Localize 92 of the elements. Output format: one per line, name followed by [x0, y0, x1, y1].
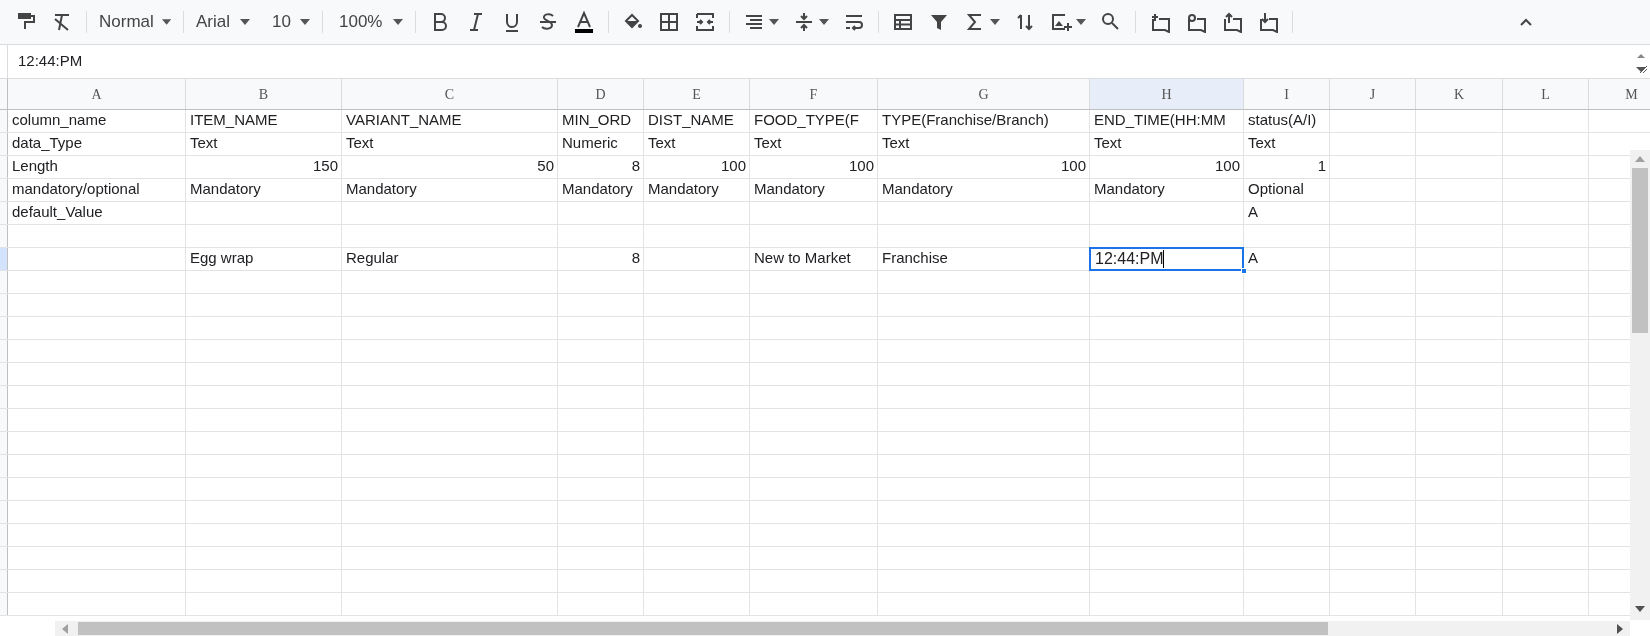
table-cell[interactable]: Text	[750, 133, 877, 155]
comment-box-icon	[1185, 11, 1207, 33]
column-header[interactable]: A	[8, 79, 186, 109]
vertical-scrollbar[interactable]	[1630, 150, 1650, 620]
table-cell[interactable]: 100	[750, 156, 877, 178]
table-cell[interactable]: Numeric	[558, 133, 643, 155]
caret-icon	[1076, 19, 1086, 25]
table-cell[interactable]: New to Market	[750, 248, 877, 270]
comment-box-icon	[1257, 11, 1279, 33]
table-cell[interactable]: Mandatory	[878, 179, 1089, 201]
column-header[interactable]: E	[644, 79, 750, 109]
scroll-left-icon[interactable]	[62, 623, 68, 634]
style-dropdown[interactable]: Normal	[93, 6, 177, 38]
column-header[interactable]: K	[1416, 79, 1503, 109]
column-header[interactable]: M	[1589, 79, 1650, 109]
formula-bar-field[interactable]: 12:44:PM	[8, 50, 1650, 73]
comment-box-icon	[1221, 11, 1243, 33]
expand-icon[interactable]	[1634, 51, 1648, 75]
scroll-up-icon[interactable]	[1635, 156, 1645, 162]
scrollbar-thumb[interactable]	[1632, 168, 1648, 333]
table-cell[interactable]: data_Type	[8, 133, 185, 155]
table-cell[interactable]: VARIANT_NAME	[342, 110, 557, 132]
caret-icon	[161, 19, 171, 25]
table-cell[interactable]: 1	[1244, 156, 1329, 178]
table-cell[interactable]: default_Value	[8, 202, 185, 224]
table-cell[interactable]: Length	[8, 156, 185, 178]
table-cell[interactable]: Text	[1244, 133, 1329, 155]
table-cell[interactable]: ITEM_NAME	[186, 110, 341, 132]
table-cell[interactable]: 8	[558, 248, 643, 270]
merge-cells-icon	[694, 11, 716, 33]
table-cell[interactable]: 100	[644, 156, 749, 178]
table-cell[interactable]: MIN_ORD	[558, 110, 643, 132]
table-cell[interactable]: Regular	[342, 248, 557, 270]
table-cell[interactable]: 100	[1090, 156, 1243, 178]
column-header[interactable]: D	[558, 79, 644, 109]
table-cell[interactable]: Mandatory	[186, 179, 341, 201]
table-cell[interactable]: 12:44:PM	[1089, 247, 1244, 271]
column-header[interactable]: B	[186, 79, 342, 109]
table-cell[interactable]: column_name	[8, 110, 185, 132]
table-cell[interactable]: Franchise	[878, 248, 1089, 270]
scrollbar-thumb[interactable]	[78, 622, 1328, 635]
table-cell[interactable]: A	[1244, 248, 1329, 270]
table-cell[interactable]: 150	[186, 156, 341, 178]
column-header[interactable]: H	[1090, 79, 1244, 109]
strikethrough-icon	[537, 11, 559, 33]
table-cell[interactable]: END_TIME(HH:MM	[1090, 110, 1243, 132]
horizontal-scrollbar[interactable]	[55, 621, 1630, 636]
fill-handle[interactable]	[1241, 268, 1247, 274]
font-size-dropdown[interactable]: 10	[266, 6, 316, 38]
vertical-align-icon	[793, 11, 815, 33]
table-cell[interactable]: TYPE(Franchise/Branch)	[878, 110, 1089, 132]
caret-icon	[819, 19, 829, 25]
caret-icon	[300, 19, 310, 25]
chevron-up-icon	[1520, 18, 1532, 26]
table-cell[interactable]: Optional	[1244, 179, 1329, 201]
table-cell[interactable]: Text	[1090, 133, 1243, 155]
table-cell[interactable]: A	[1244, 202, 1329, 224]
table-cell[interactable]: 100	[878, 156, 1089, 178]
table-cell[interactable]: status(A/I)	[1244, 110, 1329, 132]
table-cell[interactable]: Mandatory	[644, 179, 749, 201]
table-cell[interactable]: Mandatory	[342, 179, 557, 201]
column-header[interactable]: C	[342, 79, 558, 109]
table-cell[interactable]: Egg wrap	[186, 248, 341, 270]
table-cell[interactable]: Text	[342, 133, 557, 155]
font-dropdown[interactable]: Arial	[190, 6, 256, 38]
caret-icon	[990, 19, 1000, 25]
column-header[interactable]: F	[750, 79, 878, 109]
borders-icon	[658, 11, 680, 33]
table-cell[interactable]: Text	[186, 133, 341, 155]
table-cell[interactable]: 8	[558, 156, 643, 178]
table-cell[interactable]: Mandatory	[558, 179, 643, 201]
table-icon	[892, 11, 914, 33]
caret-icon	[393, 19, 403, 25]
text-color-icon	[573, 11, 595, 33]
table-cell[interactable]: DIST_NAME	[644, 110, 749, 132]
column-header[interactable]: L	[1503, 79, 1589, 109]
column-header[interactable]: J	[1330, 79, 1416, 109]
column-header[interactable]: I	[1244, 79, 1330, 109]
scroll-right-icon[interactable]	[1617, 623, 1623, 634]
table-cell[interactable]: 50	[342, 156, 557, 178]
table-cell[interactable]: Text	[878, 133, 1089, 155]
caret-icon	[240, 19, 250, 25]
insert-image-icon	[1050, 11, 1072, 33]
table-cell[interactable]: mandatory/optional	[8, 179, 185, 201]
table-cell[interactable]: FOOD_TYPE(F	[750, 110, 877, 132]
table-cell[interactable]: Mandatory	[750, 179, 877, 201]
table-cell[interactable]: Mandatory	[1090, 179, 1243, 201]
caret-icon	[769, 19, 779, 25]
comment-box-icon	[1149, 11, 1171, 33]
scroll-down-icon[interactable]	[1635, 606, 1645, 612]
table-cell[interactable]: Text	[644, 133, 749, 155]
zoom-dropdown[interactable]: 100%	[333, 6, 409, 38]
